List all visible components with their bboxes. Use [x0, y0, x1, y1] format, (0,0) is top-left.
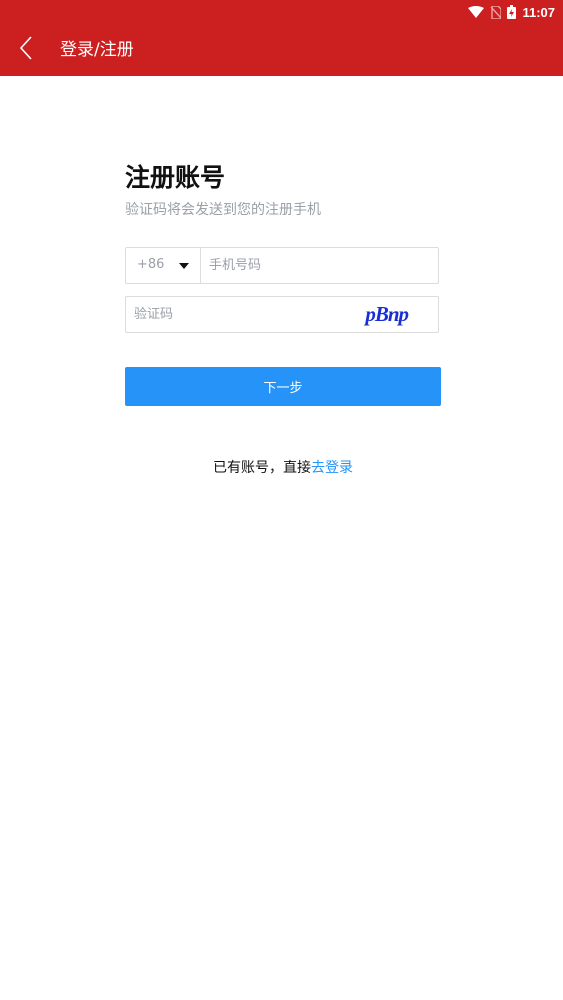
- status-icons: 11:07: [468, 3, 555, 21]
- captcha-field-row: pBnp: [125, 296, 439, 333]
- country-code-select[interactable]: +86: [126, 248, 201, 283]
- captcha-image[interactable]: pBnp: [365, 300, 409, 328]
- app-bar: 登录/注册: [0, 24, 563, 76]
- login-hint: 已有账号，直接去登录: [125, 458, 441, 478]
- login-link[interactable]: 去登录: [311, 460, 353, 476]
- page-title: 登录/注册: [60, 40, 134, 60]
- status-time: 11:07: [522, 4, 555, 20]
- register-form: 注册账号 验证码将会发送到您的注册手机 +86 pBnp 下一步 已有账号，直接…: [125, 160, 441, 476]
- form-heading: 注册账号: [125, 163, 226, 192]
- back-button[interactable]: [10, 34, 42, 66]
- no-sim-icon: [490, 5, 502, 19]
- caret-down-icon: [179, 263, 189, 269]
- wifi-icon: [468, 6, 485, 18]
- battery-charging-icon: [507, 5, 517, 19]
- next-button[interactable]: 下一步: [125, 367, 441, 406]
- status-bar: 11:07: [0, 0, 563, 24]
- captcha-input[interactable]: [126, 297, 354, 332]
- country-code-value: +86: [137, 257, 165, 272]
- form-subheading: 验证码将会发送到您的注册手机: [125, 202, 321, 218]
- login-hint-text: 已有账号，直接: [213, 460, 311, 476]
- phone-field-row: +86: [125, 247, 439, 284]
- chevron-left-icon: [19, 35, 33, 65]
- phone-input[interactable]: [201, 248, 439, 283]
